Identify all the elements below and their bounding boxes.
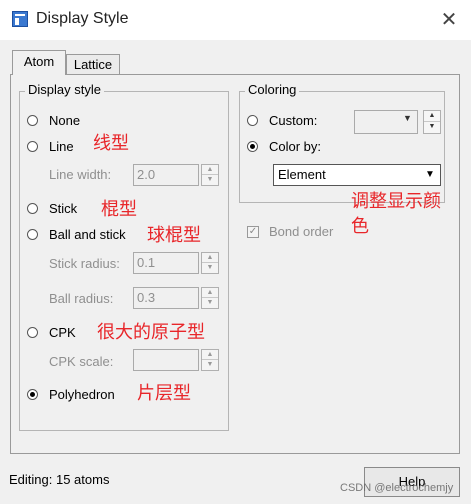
- ball-radius-field[interactable]: 0.3: [133, 287, 199, 309]
- radio-ball-and-stick-label: Ball and stick: [49, 227, 126, 242]
- spin-up-icon[interactable]: ▲: [202, 253, 218, 263]
- annotation-coloring-line1: 调整显示颜: [351, 191, 441, 211]
- cpk-scale-spinner[interactable]: ▲ ▼: [201, 349, 219, 371]
- color-by-select[interactable]: Element ▼: [273, 164, 441, 186]
- bond-order-label: Bond order: [269, 224, 334, 239]
- radio-stick-indicator[interactable]: [27, 203, 38, 214]
- spin-down-icon[interactable]: ▼: [202, 298, 218, 308]
- radio-none-indicator[interactable]: [27, 115, 38, 126]
- line-width-spinner[interactable]: ▲ ▼: [201, 164, 219, 186]
- radio-polyhedron-indicator[interactable]: [27, 389, 38, 400]
- status-bar: Editing: 15 atoms Help CSDN @electrochem…: [0, 460, 471, 504]
- radio-cpk-label: CPK: [49, 325, 76, 340]
- radio-none[interactable]: None: [27, 113, 107, 129]
- stick-radius-field[interactable]: 0.1: [133, 252, 199, 274]
- spin-up-icon[interactable]: ▲: [202, 350, 218, 360]
- line-width-field[interactable]: 2.0: [133, 164, 199, 186]
- tab-lattice[interactable]: Lattice: [66, 54, 120, 75]
- radio-ball-and-stick-indicator[interactable]: [27, 229, 38, 240]
- chevron-down-icon[interactable]: ▼: [403, 113, 412, 123]
- radio-stick-label: Stick: [49, 201, 78, 216]
- annotation-stick: 棍型: [101, 199, 137, 219]
- atom-tab-panel: Display style None Line Line width: 2.0 …: [10, 74, 460, 454]
- display-style-legend: Display style: [25, 82, 104, 97]
- annotation-line: 线型: [93, 133, 129, 153]
- spin-up-icon[interactable]: ▲: [202, 288, 218, 298]
- radio-none-label: None: [49, 113, 81, 128]
- radio-color-by-indicator[interactable]: [247, 141, 258, 152]
- spin-up-icon[interactable]: ▲: [202, 165, 218, 175]
- radio-custom[interactable]: Custom:: [247, 113, 347, 129]
- annotation-ball-and-stick: 球棍型: [147, 225, 201, 245]
- annotation-coloring-line2: 色: [351, 216, 369, 236]
- spin-down-icon[interactable]: ▼: [202, 360, 218, 370]
- cpk-scale-label: CPK scale:: [49, 354, 114, 369]
- title-bar: Display Style ✕: [0, 0, 471, 40]
- stick-radius-label: Stick radius:: [49, 256, 120, 271]
- spin-down-icon[interactable]: ▼: [424, 122, 440, 133]
- spin-down-icon[interactable]: ▼: [202, 263, 218, 273]
- radio-color-by-label: Color by:: [269, 139, 322, 154]
- ball-radius-label: Ball radius:: [49, 291, 114, 306]
- radio-ball-and-stick[interactable]: Ball and stick: [27, 227, 137, 243]
- bond-order-checkbox[interactable]: ✓ Bond order: [247, 224, 347, 242]
- chevron-down-icon[interactable]: ▼: [422, 167, 438, 183]
- line-width-label: Line width:: [49, 167, 112, 182]
- radio-line-indicator[interactable]: [27, 141, 38, 152]
- spin-up-icon[interactable]: ▲: [424, 111, 440, 122]
- status-text: Editing: 15 atoms: [9, 472, 110, 487]
- cpk-scale-field[interactable]: [133, 349, 199, 371]
- radio-stick[interactable]: Stick: [27, 201, 107, 217]
- checkmark-icon[interactable]: ✓: [247, 226, 259, 238]
- custom-color-dropdown[interactable]: ▼: [354, 110, 418, 134]
- radio-cpk[interactable]: CPK: [27, 325, 97, 341]
- radio-line-label: Line: [49, 139, 74, 154]
- app-icon: [12, 11, 28, 27]
- spin-down-icon[interactable]: ▼: [202, 175, 218, 185]
- tab-lattice-label: Lattice: [73, 57, 113, 72]
- custom-color-spinner[interactable]: ▲ ▼: [423, 110, 441, 134]
- window-title: Display Style: [36, 10, 129, 27]
- radio-polyhedron-label: Polyhedron: [49, 387, 115, 402]
- tab-atom-label: Atom: [23, 54, 55, 69]
- tab-atom[interactable]: Atom: [12, 50, 66, 75]
- annotation-polyhedron: 片层型: [137, 383, 191, 403]
- color-by-value: Element: [278, 167, 326, 182]
- radio-custom-label: Custom:: [269, 113, 318, 128]
- annotation-cpk: 很大的原子型: [97, 322, 205, 342]
- radio-polyhedron[interactable]: Polyhedron: [27, 387, 127, 403]
- watermark: CSDN @electrochemjy: [340, 482, 454, 494]
- ball-radius-spinner[interactable]: ▲ ▼: [201, 287, 219, 309]
- radio-cpk-indicator[interactable]: [27, 327, 38, 338]
- close-button[interactable]: ✕: [435, 6, 463, 34]
- radio-custom-indicator[interactable]: [247, 115, 258, 126]
- radio-color-by[interactable]: Color by:: [247, 139, 357, 155]
- coloring-legend: Coloring: [245, 82, 300, 97]
- stick-radius-spinner[interactable]: ▲ ▼: [201, 252, 219, 274]
